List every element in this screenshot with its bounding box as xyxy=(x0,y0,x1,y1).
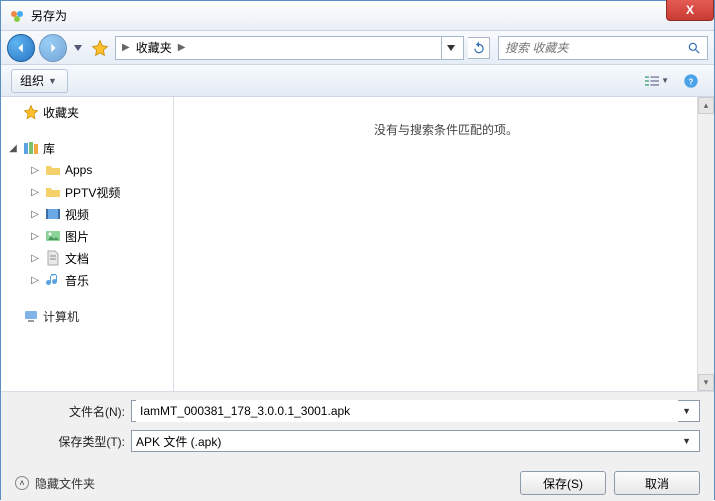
folder-icon xyxy=(45,162,61,178)
help-icon: ? xyxy=(683,73,699,89)
sidebar-item-apps[interactable]: ▷ Apps xyxy=(1,159,173,181)
expand-arrow-icon: ▷ xyxy=(29,187,41,198)
filename-label: 文件名(N): xyxy=(15,403,125,420)
vertical-scrollbar[interactable]: ▴ ▾ xyxy=(697,97,714,391)
expand-arrow-icon: ▷ xyxy=(29,275,41,286)
chevron-down-icon: ▼ xyxy=(661,76,669,85)
hide-folders-toggle[interactable]: ˄ 隐藏文件夹 xyxy=(15,475,95,492)
chevron-down-icon xyxy=(447,45,455,51)
file-list-pane[interactable]: 没有与搜索条件匹配的项。 ▴ ▾ xyxy=(178,97,714,391)
music-icon xyxy=(45,272,61,288)
titlebar: 另存为 X xyxy=(1,1,714,31)
collapse-arrow-icon: ◢ xyxy=(7,143,19,154)
filetype-label: 保存类型(T): xyxy=(15,433,125,450)
address-bar[interactable]: ▶ 收藏夹 ▶ xyxy=(115,36,464,60)
nav-history-dropdown[interactable] xyxy=(71,38,85,58)
sidebar-item-label: 图片 xyxy=(65,228,89,245)
expand-arrow-icon: ▷ xyxy=(29,231,41,242)
collapse-caret-icon: ˄ xyxy=(15,476,29,490)
bottom-panel: 文件名(N): ▼ 保存类型(T): APK 文件 (.apk) ▼ ˄ 隐藏文… xyxy=(1,391,714,501)
pictures-icon xyxy=(45,228,61,244)
back-button[interactable] xyxy=(7,34,35,62)
scroll-track[interactable] xyxy=(698,114,714,374)
svg-text:?: ? xyxy=(689,77,694,86)
computer-icon xyxy=(23,308,39,324)
sidebar-item-label: 收藏夹 xyxy=(43,104,79,121)
toolbar: 组织 ▼ ▼ ? xyxy=(1,65,714,97)
sidebar-item-label: 音乐 xyxy=(65,272,89,289)
search-icon[interactable] xyxy=(687,41,701,55)
sidebar-item-music[interactable]: ▷ 音乐 xyxy=(1,269,173,291)
forward-button[interactable] xyxy=(39,34,67,62)
breadcrumb-sep-icon: ▶ xyxy=(178,42,186,53)
window-title: 另存为 xyxy=(31,7,67,24)
arrow-left-icon xyxy=(14,41,28,55)
refresh-button[interactable] xyxy=(468,37,490,59)
navbar: ▶ 收藏夹 ▶ xyxy=(1,31,714,65)
close-button[interactable]: X xyxy=(666,0,714,21)
filename-text[interactable] xyxy=(136,400,678,422)
breadcrumb-sep-icon: ▶ xyxy=(122,42,130,53)
breadcrumb-favorites[interactable]: 收藏夹 xyxy=(132,37,176,58)
sidebar-item-libraries[interactable]: ◢ 库 xyxy=(1,137,173,159)
sidebar-item-label: PPTV视频 xyxy=(65,184,120,201)
help-button[interactable]: ? xyxy=(678,70,704,92)
chevron-down-icon[interactable]: ▼ xyxy=(678,436,695,446)
chevron-down-icon: ▼ xyxy=(48,76,57,86)
scroll-up-button[interactable]: ▴ xyxy=(698,97,714,114)
search-input[interactable] xyxy=(505,41,687,55)
address-dropdown[interactable] xyxy=(441,37,459,59)
folder-icon xyxy=(45,184,61,200)
video-icon xyxy=(45,206,61,222)
hide-folders-label: 隐藏文件夹 xyxy=(35,475,95,492)
sidebar-item-label: 计算机 xyxy=(43,308,79,325)
expand-arrow-icon: ▷ xyxy=(29,253,41,264)
close-icon: X xyxy=(686,3,694,17)
filetype-select[interactable]: APK 文件 (.apk) ▼ xyxy=(131,430,700,452)
sidebar-item-label: 文档 xyxy=(65,250,89,267)
sidebar-item-label: 视频 xyxy=(65,206,89,223)
expand-arrow-icon: ▷ xyxy=(29,165,41,176)
sidebar-item-label: Apps xyxy=(65,163,92,177)
chevron-down-icon xyxy=(74,45,82,51)
main-area: 收藏夹 ◢ 库 ▷ Apps ▷ PPTV视频 ▷ 视频 ▷ 图片 xyxy=(1,97,714,391)
arrow-right-icon xyxy=(46,41,60,55)
organize-button[interactable]: 组织 ▼ xyxy=(11,69,68,93)
sidebar-item-favorites[interactable]: 收藏夹 xyxy=(1,101,173,123)
sidebar-item-computer[interactable]: 计算机 xyxy=(1,305,173,327)
empty-message: 没有与搜索条件匹配的项。 xyxy=(374,121,518,138)
sidebar-item-documents[interactable]: ▷ 文档 xyxy=(1,247,173,269)
search-box[interactable] xyxy=(498,36,708,60)
sidebar-item-pictures[interactable]: ▷ 图片 xyxy=(1,225,173,247)
star-icon xyxy=(23,104,39,120)
sidebar-item-videos[interactable]: ▷ 视频 xyxy=(1,203,173,225)
save-button[interactable]: 保存(S) xyxy=(520,471,606,495)
view-mode-button[interactable]: ▼ xyxy=(644,70,670,92)
chevron-down-icon[interactable]: ▼ xyxy=(678,406,695,416)
sidebar: 收藏夹 ◢ 库 ▷ Apps ▷ PPTV视频 ▷ 视频 ▷ 图片 xyxy=(1,97,174,391)
filename-input[interactable]: ▼ xyxy=(131,400,700,422)
libraries-icon xyxy=(23,140,39,156)
organize-label: 组织 xyxy=(20,72,44,89)
refresh-icon xyxy=(472,41,486,55)
documents-icon xyxy=(45,250,61,266)
favorites-star-icon xyxy=(89,37,111,59)
sidebar-item-label: 库 xyxy=(43,140,55,157)
view-list-icon xyxy=(645,74,659,88)
breadcrumb-label: 收藏夹 xyxy=(136,39,172,56)
scroll-down-button[interactable]: ▾ xyxy=(698,374,714,391)
cancel-button[interactable]: 取消 xyxy=(614,471,700,495)
filetype-value: APK 文件 (.apk) xyxy=(136,433,221,450)
sidebar-item-pptv[interactable]: ▷ PPTV视频 xyxy=(1,181,173,203)
app-icon xyxy=(9,8,25,24)
expand-arrow-icon: ▷ xyxy=(29,209,41,220)
